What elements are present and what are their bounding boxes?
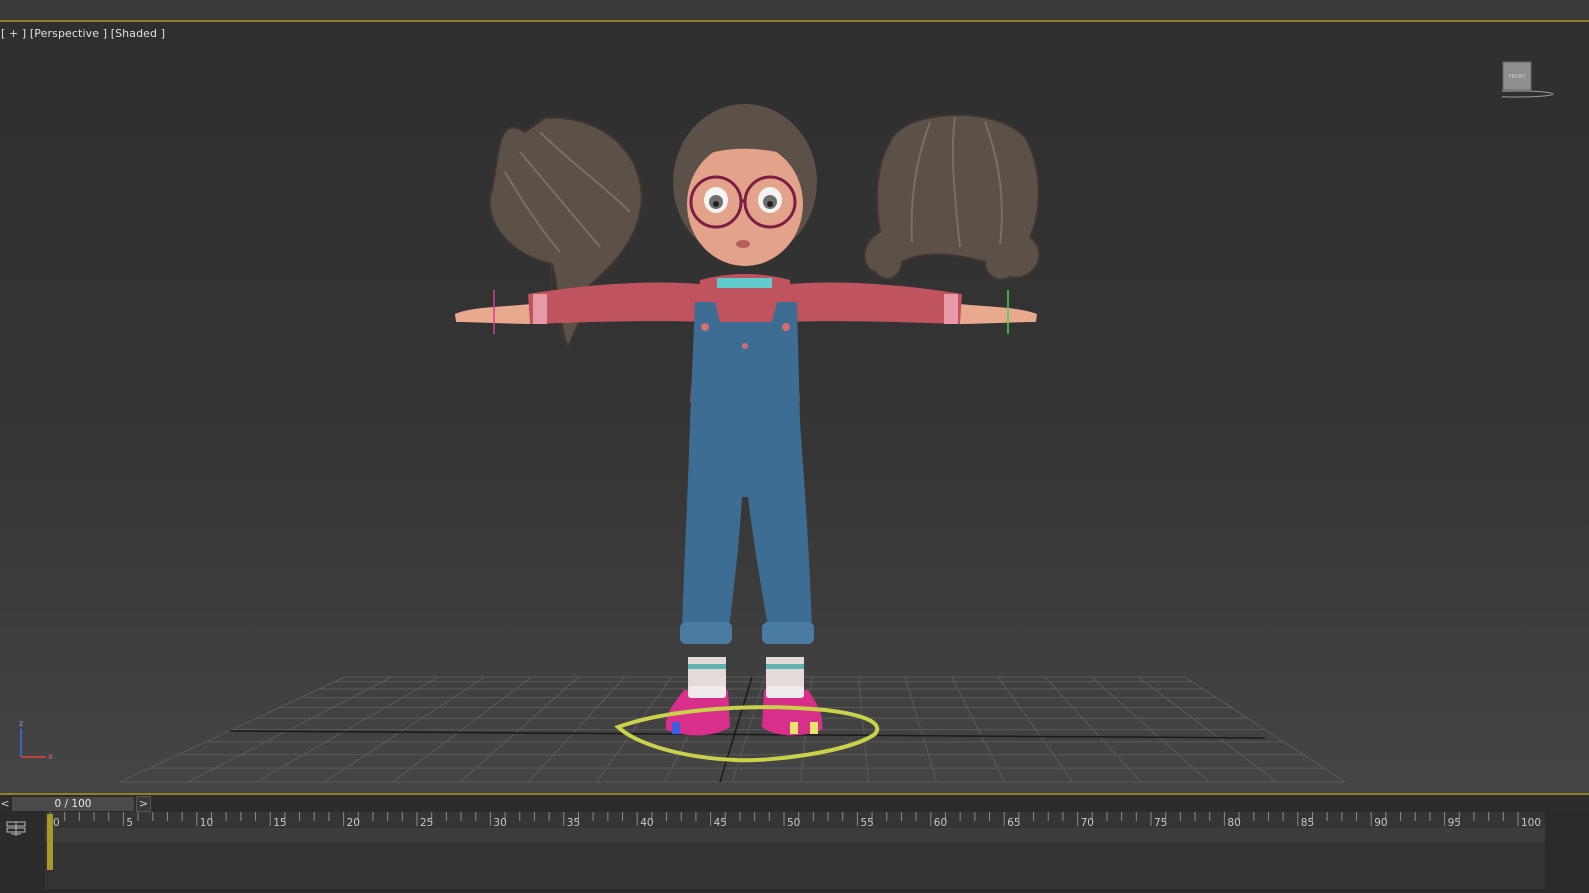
ruler-label: 25: [420, 817, 433, 829]
scene-canvas: z x: [19, 104, 1346, 783]
ruler-label: 60: [934, 817, 947, 829]
perspective-viewport[interactable]: z x [ + ] [Perspective ] [Shaded ] FRONT: [0, 22, 1589, 795]
frame-ruler[interactable]: 0 5 10 15 20 25 30 35 40 45 50 55 60 65 70 75 80 85 90 95 10…: [45, 812, 1545, 889]
viewport-point-of-view-menu[interactable]: [Perspective ]: [30, 27, 107, 40]
viewport-general-menu[interactable]: [ + ]: [1, 27, 26, 40]
time-slider-thumb[interactable]: 0 / 100: [11, 796, 135, 812]
viewcube-front-label: FRONT: [1508, 74, 1526, 80]
ruler-label: 65: [1007, 817, 1020, 829]
ruler-label: 100: [1521, 817, 1541, 829]
ruler-label: 30: [493, 817, 506, 829]
ruler-label: 35: [567, 817, 580, 829]
ruler-label: 50: [787, 817, 800, 829]
ruler-label: 45: [714, 817, 727, 829]
key-track-area[interactable]: [45, 842, 1545, 889]
app-window: z x [ + ] [Perspective ] [Shaded ] FRONT…: [0, 0, 1589, 889]
ruler-label: 75: [1154, 817, 1167, 829]
ruler-label: 70: [1081, 817, 1094, 829]
axis-tripod-icon: z x: [19, 719, 53, 761]
axis-z-label: z: [19, 719, 23, 728]
ruler-label: 95: [1448, 817, 1461, 829]
ground-grid: [119, 676, 1346, 783]
track-bar: 0 5 10 15 20 25 30 35 40 45 50 55 60 65 70 75 80 85 90 95 10…: [0, 812, 1589, 889]
hair-preset-buns[interactable]: [863, 113, 1041, 281]
viewport-label-menu[interactable]: [ + ] [Perspective ] [Shaded ]: [1, 27, 165, 40]
viewport-shading-menu[interactable]: [Shaded ]: [111, 27, 165, 40]
ruler-label: 80: [1227, 817, 1240, 829]
time-slider-prev-button[interactable]: <: [0, 795, 10, 812]
time-slider-row: < 0 / 100 >: [0, 795, 1589, 812]
ruler-label: 20: [347, 817, 360, 829]
track-bar-panel[interactable]: 0 5 10 15 20 25 30 35 40 45 50 55 60 65 70 75 80 85 90 95 10…: [45, 812, 1545, 889]
ruler-label: 55: [860, 817, 873, 829]
ruler-label: 0: [53, 817, 60, 829]
ruler-label: 90: [1374, 817, 1387, 829]
current-frame-marker[interactable]: [47, 814, 53, 870]
viewcube-icon[interactable]: FRONT: [1502, 60, 1574, 100]
ruler-label: 40: [640, 817, 653, 829]
ruler-label: 5: [126, 817, 133, 829]
ruler-label: 15: [273, 817, 286, 829]
key-filter-icon[interactable]: [6, 820, 26, 838]
time-slider-next-button[interactable]: >: [136, 796, 151, 812]
top-toolbar: [0, 0, 1589, 22]
axis-x-label: x: [48, 752, 53, 761]
ruler-label: 85: [1301, 817, 1314, 829]
ruler-label: 10: [200, 817, 213, 829]
